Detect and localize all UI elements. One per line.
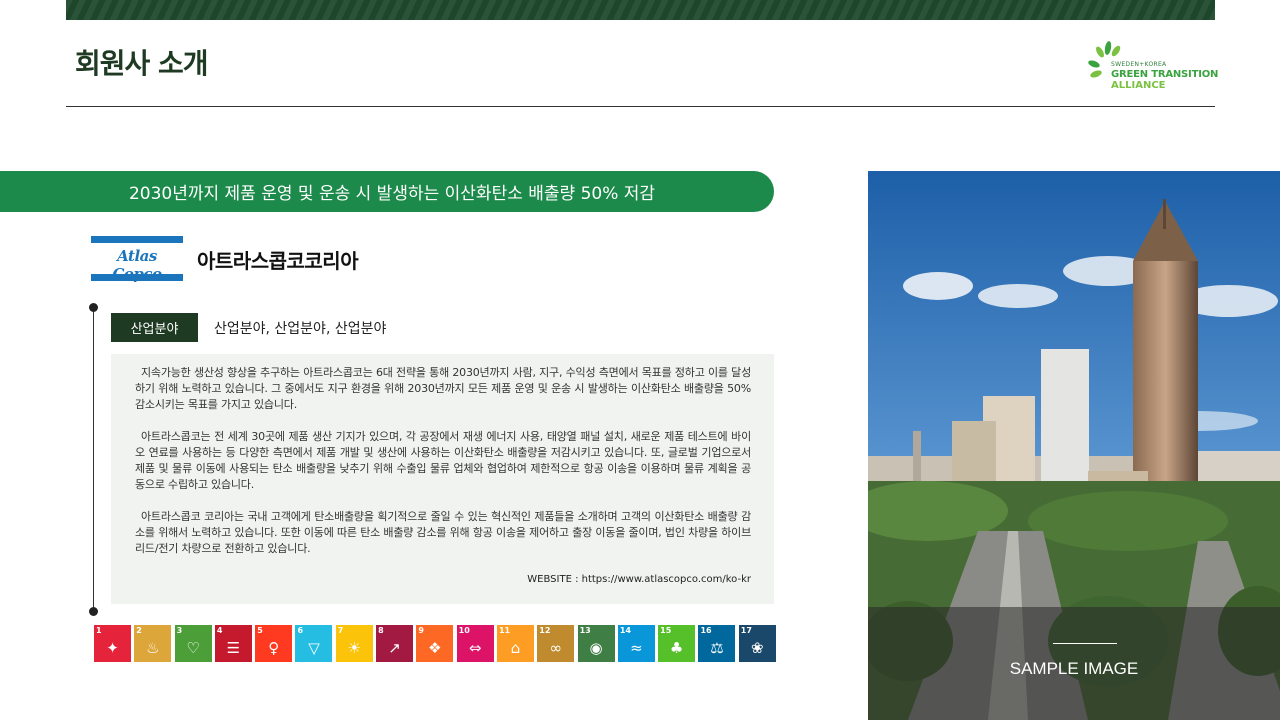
goal-banner-text: 2030년까지 제품 운영 및 운송 시 발생하는 이산화탄소 배출량 50% … [128, 184, 656, 204]
gender-icon: ♀ [268, 639, 280, 657]
sdg-number: 2 [136, 626, 142, 635]
description-paragraph: 아트라스콥코는 전 세계 30곳에 제품 생산 기지가 있으며, 각 공장에서 … [135, 430, 751, 491]
sample-photo: SAMPLE IMAGE [868, 171, 1280, 720]
sdg-tile: 3 ♡ [174, 625, 212, 662]
sdg-tile: 9 ❖ [416, 625, 454, 662]
description-paragraph: 지속가능한 생산성 향상을 추구하는 아트라스콥코는 6대 전략을 통해 203… [135, 366, 751, 411]
book-icon: ☰ [226, 639, 241, 657]
sdg-number: 1 [96, 626, 102, 635]
sdg-number: 3 [176, 626, 183, 635]
photo-caption-overlay: SAMPLE IMAGE [868, 607, 1280, 720]
sdg-number: 12 [539, 626, 551, 635]
sdg-number: 5 [257, 626, 263, 635]
bowl-icon: ♨ [146, 639, 160, 657]
sdg-tile: 14 ≈ [617, 625, 655, 662]
sdg-number: 9 [418, 626, 424, 635]
sdg-number: 15 [660, 626, 672, 635]
infinity-icon: ∞ [549, 639, 563, 657]
sdg-icon-row: 1 ✦ 2 ♨ 3 ♡ 4 ☰ 5 ♀ 6 ▽ 7 ☀ 8 ↗ 9 ❖ 10 ⇔ 11 ⌂ 12 ∞ 13 ◉ 14 ≈15 ♣ 16 ⚖ 1… [94, 625, 776, 662]
logo-top-bar [91, 236, 183, 243]
alliance-logo: SWEDEN+KOREA GREEN TRANSITION ALLIANCE [1086, 36, 1219, 92]
sdg-number: 14 [619, 626, 631, 635]
growth-chart-icon: ↗ [388, 639, 401, 657]
eye-icon: ◉ [589, 639, 603, 657]
water-drop-icon: ▽ [308, 639, 320, 657]
logo-title-line1: GREEN TRANSITION [1111, 69, 1219, 80]
sdg-tile: 16 ⚖ [698, 625, 736, 662]
industry-value: 산업분야, 산업분야, 산업분야 [214, 321, 387, 337]
sdg-tile: 17 ❀ [738, 625, 776, 662]
header-pattern-band [66, 0, 1215, 20]
sdg-tile: 12 ∞ [537, 625, 575, 662]
dove-icon: ⚖ [710, 639, 724, 657]
equality-icon: ⇔ [468, 639, 482, 657]
sdg-number: 10 [458, 626, 470, 635]
logo-tagline: SWEDEN+KOREA [1111, 61, 1167, 68]
partnership-icon: ❀ [750, 639, 764, 657]
city-icon: ⌂ [510, 639, 521, 657]
sdg-number: 7 [337, 626, 344, 635]
caption-rule [1053, 643, 1117, 644]
goal-banner: 2030년까지 제품 운영 및 운송 시 발생하는 이산화탄소 배출량 50% … [0, 171, 774, 212]
sdg-tile: 7 ☀ [335, 625, 373, 662]
sdg-number: 16 [700, 626, 712, 635]
sdg-number: 11 [498, 626, 511, 635]
heartbeat-icon: ♡ [186, 639, 200, 657]
sdg-tile: 15 ♣ [658, 625, 696, 662]
tree-icon: ♣ [669, 639, 684, 657]
company-name: 아트라스콥코코리아 [197, 249, 359, 273]
sdg-number: 4 [216, 626, 223, 635]
header-divider [66, 106, 1215, 107]
timeline-dot-top [89, 303, 98, 312]
description-box: 지속가능한 생산성 향상을 추구하는 아트라스콥코는 6대 전략을 통해 203… [111, 354, 774, 604]
sdg-tile: 11 ⌂ [496, 625, 534, 662]
fish-icon: ≈ [630, 639, 643, 657]
industry-tag: 산업분야 [111, 313, 198, 342]
sdg-number: 6 [297, 626, 304, 635]
logo-title-line2: ALLIANCE [1111, 80, 1166, 91]
sdg-tile: 2 ♨ [134, 625, 172, 662]
sdg-tile: 5 ♀ [255, 625, 293, 662]
sdg-tile: 6 ▽ [295, 625, 333, 662]
timeline-line [93, 307, 94, 611]
industry-tag-label: 산업분야 [130, 322, 179, 337]
sun-icon: ☀ [347, 639, 361, 657]
cubes-icon: ❖ [428, 639, 442, 657]
sdg-tile: 4 ☰ [214, 625, 252, 662]
description-paragraph: 아트라스콥코 코리아는 국내 고객에게 탄소배출량을 획기적으로 줄일 수 있는… [135, 510, 751, 555]
website-link[interactable]: WEBSITE : https://www.atlascopco.com/ko-… [527, 574, 751, 585]
sdg-number: 8 [378, 626, 384, 635]
page-title: 회원사 소개 [75, 47, 209, 80]
sdg-tile: 1 ✦ [94, 625, 131, 662]
family-icon: ✦ [106, 639, 119, 657]
sdg-number: 13 [579, 626, 591, 635]
sdg-tile: 10 ⇔ [456, 625, 494, 662]
timeline-dot-bottom [89, 607, 98, 616]
company-logo: Atlas Copco [91, 236, 183, 283]
logo-bottom-bar [91, 274, 183, 281]
sdg-number: 17 [740, 626, 752, 635]
sdg-tile: 8 ↗ [376, 625, 414, 662]
sdg-tile: 13 ◉ [577, 625, 615, 662]
photo-caption: SAMPLE IMAGE [1009, 659, 1139, 678]
